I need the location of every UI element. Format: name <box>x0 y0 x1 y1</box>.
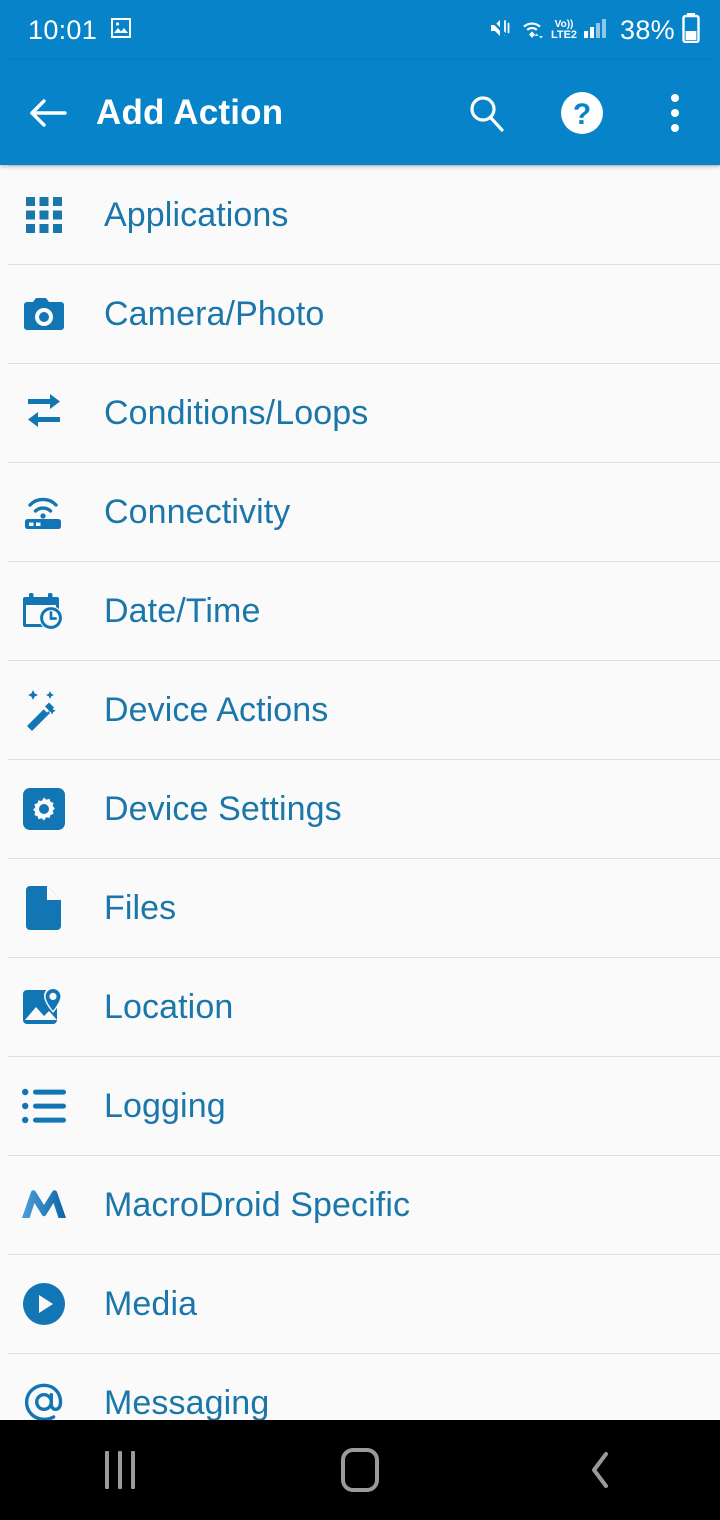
list-item-location[interactable]: Location <box>0 958 720 1056</box>
list-item-applications[interactable]: Applications <box>0 166 720 264</box>
overflow-menu-button[interactable] <box>630 60 720 165</box>
list-item-label: Connectivity <box>104 492 291 531</box>
list-item-device-settings[interactable]: Device Settings <box>0 760 720 858</box>
search-icon <box>470 95 504 132</box>
gear-icon <box>18 783 70 835</box>
search-button[interactable] <box>438 60 534 165</box>
help-circle-icon: ? <box>561 91 603 134</box>
page-title: Add Action <box>96 92 284 132</box>
list-item-label: Conditions/Loops <box>104 393 369 432</box>
list-item-media[interactable]: Media <box>0 1255 720 1353</box>
list-item-label: Camera/Photo <box>104 294 325 333</box>
status-bar-clock: 10:01 <box>28 14 98 45</box>
list-item-files[interactable]: Files <box>0 859 720 957</box>
image-icon <box>109 16 133 45</box>
home-icon <box>341 1448 379 1492</box>
list-item-label: Messaging <box>104 1383 270 1421</box>
list-item-logging[interactable]: Logging <box>0 1057 720 1155</box>
action-category-list[interactable]: Applications Camera/Photo Conditions/Loo… <box>0 165 720 1420</box>
apps-grid-icon <box>18 189 70 241</box>
signal-icon <box>583 17 609 44</box>
system-navigation-bar <box>0 1420 720 1520</box>
camera-icon <box>18 288 70 340</box>
status-bar-left: 10:01 <box>28 15 133 46</box>
list-item-camera-photo[interactable]: Camera/Photo <box>0 265 720 363</box>
chevron-left-icon <box>592 1452 608 1488</box>
phone-screen: 10:01 Vo)) LTE2 38% Add Action ? Applica… <box>0 0 720 1520</box>
more-vertical-icon <box>671 93 679 132</box>
battery-icon <box>682 12 700 48</box>
help-button[interactable]: ? <box>534 60 630 165</box>
bullet-list-icon <box>18 1080 70 1132</box>
recents-button[interactable] <box>40 1420 200 1520</box>
wifi-icon <box>519 16 545 45</box>
play-circle-icon <box>18 1278 70 1330</box>
list-item-label: Media <box>104 1284 198 1323</box>
home-button[interactable] <box>280 1420 440 1520</box>
list-item-label: Date/Time <box>104 591 261 630</box>
arrow-left-icon <box>30 98 67 127</box>
svg-text:?: ? <box>573 98 591 131</box>
recents-icon <box>105 1451 135 1489</box>
list-item-date-time[interactable]: Date/Time <box>0 562 720 660</box>
list-item-connectivity[interactable]: Connectivity <box>0 463 720 561</box>
battery-percentage: 38% <box>620 14 675 45</box>
file-document-icon <box>18 882 70 934</box>
macrodroid-logo-icon <box>18 1179 70 1231</box>
map-pin-icon <box>18 981 70 1033</box>
nav-back-button[interactable] <box>520 1420 680 1520</box>
status-bar: 10:01 Vo)) LTE2 38% <box>0 0 720 60</box>
calendar-clock-icon <box>18 585 70 637</box>
status-bar-right: Vo)) LTE2 38% <box>488 12 700 48</box>
back-button[interactable] <box>0 93 96 133</box>
list-item-label: MacroDroid Specific <box>104 1185 411 1224</box>
app-bar-actions: ? <box>438 60 720 165</box>
list-item-label: Location <box>104 987 234 1026</box>
list-item-macrodroid-specific[interactable]: MacroDroid Specific <box>0 1156 720 1254</box>
list-item-label: Applications <box>104 195 289 234</box>
router-wifi-icon <box>18 486 70 538</box>
mute-vibrate-icon <box>488 16 512 45</box>
list-item-device-actions[interactable]: Device Actions <box>0 661 720 759</box>
list-item-conditions-loops[interactable]: Conditions/Loops <box>0 364 720 462</box>
at-sign-icon <box>18 1377 70 1420</box>
volte-icon: Vo)) LTE2 <box>550 18 578 41</box>
list-item-label: Device Settings <box>104 789 342 828</box>
app-bar: Add Action ? <box>0 60 720 165</box>
loop-arrows-icon <box>18 387 70 439</box>
magic-wand-icon <box>18 684 70 736</box>
list-item-messaging[interactable]: Messaging <box>0 1354 720 1420</box>
list-item-label: Device Actions <box>104 690 329 729</box>
list-item-label: Logging <box>104 1086 226 1125</box>
list-item-label: Files <box>104 888 177 927</box>
